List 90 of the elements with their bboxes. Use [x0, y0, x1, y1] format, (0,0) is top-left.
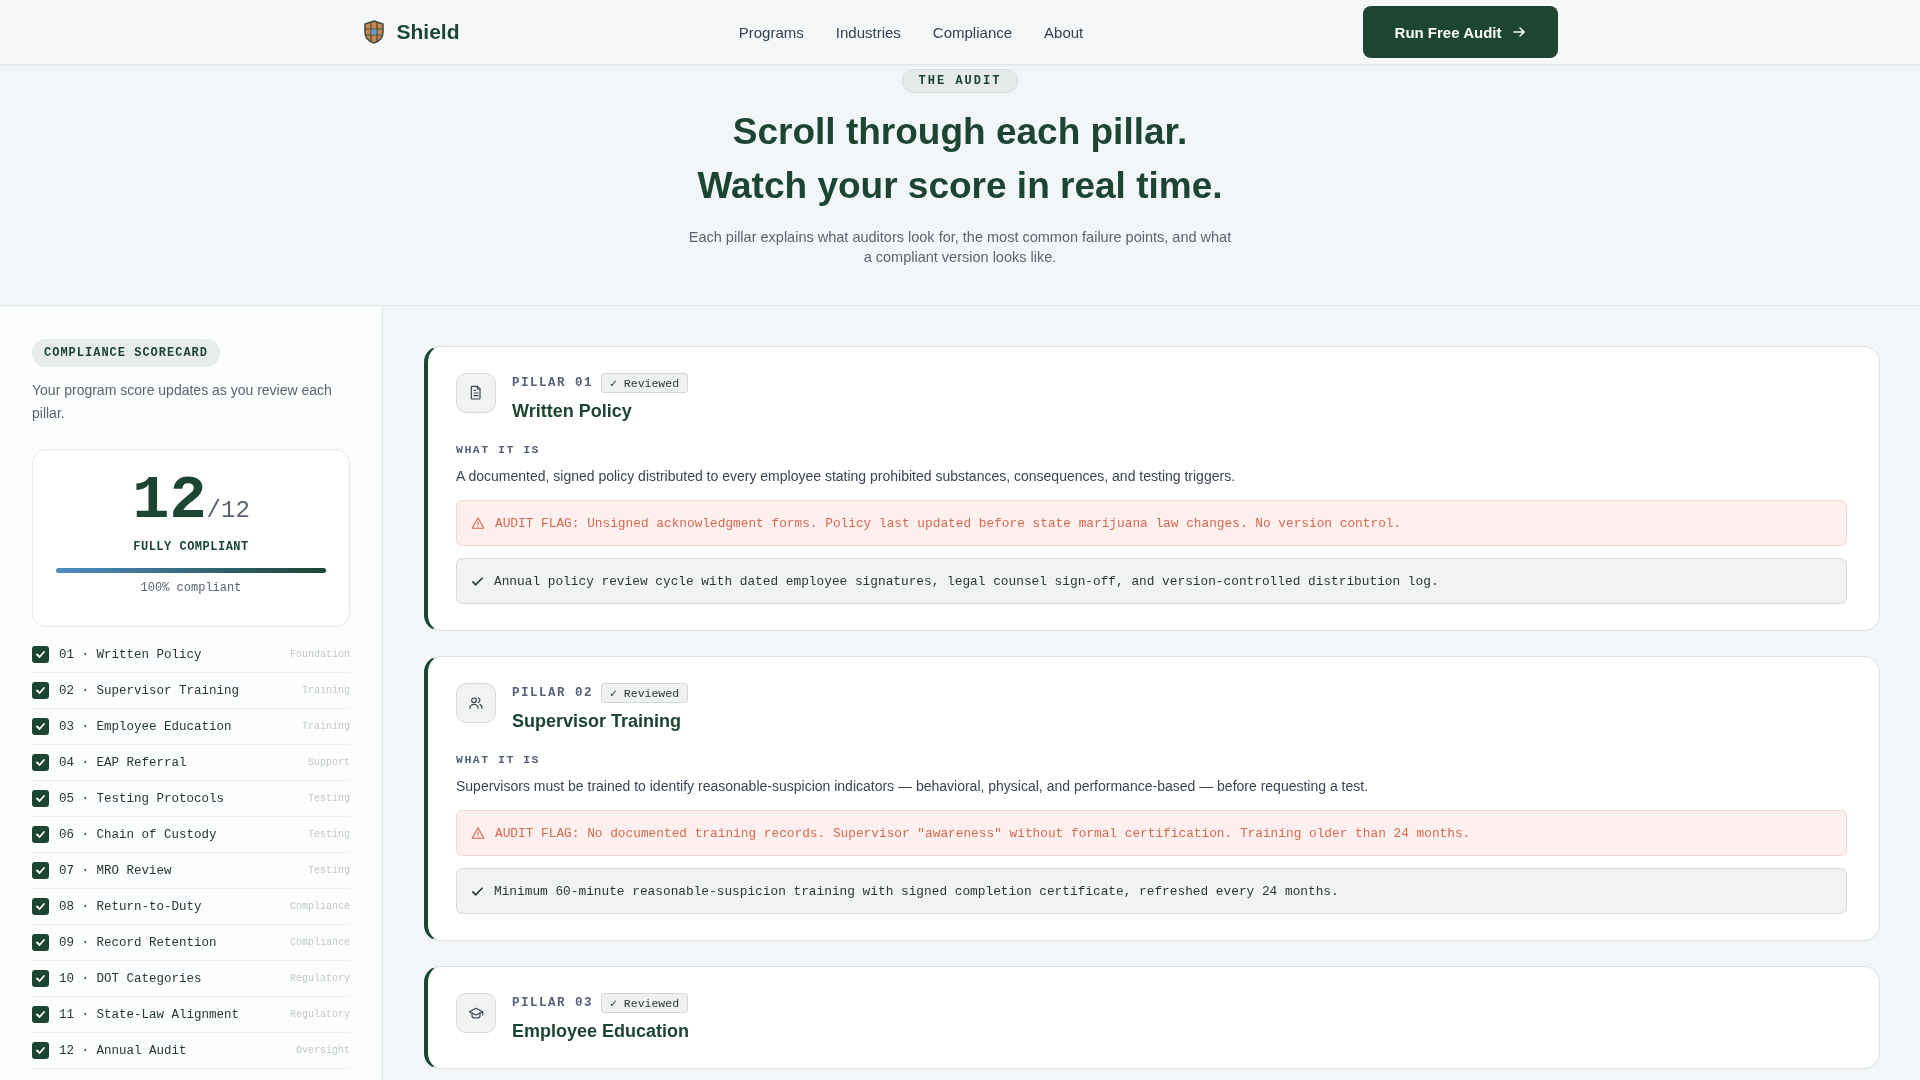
- pillar-category: Oversight: [296, 1045, 350, 1056]
- checkbox[interactable]: [32, 754, 49, 771]
- checkbox[interactable]: [32, 970, 49, 987]
- pillar-category: Training: [302, 721, 350, 732]
- checkbox[interactable]: [32, 790, 49, 807]
- pillar-list-item[interactable]: 09 · Record Retention: [59, 935, 280, 950]
- score-total: /12: [206, 497, 250, 524]
- checkbox[interactable]: [32, 826, 49, 843]
- compliant-example: Minimum 60-minute reasonable-suspicion training with signed completion certificate, refreshed every 24 months.: [456, 868, 1847, 914]
- audit-flag-alert: AUDIT FLAG: No documented training records. Supervisor "awareness" without formal certification. Training older than 24 months.: [456, 810, 1847, 856]
- graduation-cap-icon: [468, 1005, 484, 1021]
- pillar-category: Compliance: [290, 901, 350, 912]
- check-icon: [471, 884, 484, 898]
- brand-name[interactable]: Shield: [396, 20, 460, 44]
- shield-logo-icon: [362, 20, 385, 44]
- run-free-audit-button[interactable]: Run Free Audit: [1362, 6, 1558, 58]
- pillar-number: PILLAR 02: [512, 686, 593, 700]
- pillar-list-item[interactable]: 08 · Return-to-Duty: [59, 899, 280, 914]
- hero-subtitle: Each pillar explains what auditors look for, the most common failure points, and what a compliant version looks like.: [687, 228, 1233, 267]
- checkbox[interactable]: [32, 934, 49, 951]
- pillar-title: Supervisor Training: [512, 711, 683, 732]
- compliant-example: Annual policy review cycle with dated employee signatures, legal counsel sign-off, and version-controlled distribution log.: [456, 558, 1847, 604]
- progress-reading: 100% compliant: [140, 581, 242, 595]
- arrow-right-icon: [1511, 25, 1526, 39]
- pillar-list-item[interactable]: 05 · Testing Protocols: [59, 791, 298, 806]
- section-label: WHAT IT IS: [456, 443, 541, 456]
- pillar-list-item[interactable]: 10 · DOT Categories: [59, 971, 280, 986]
- check-icon: [35, 721, 46, 732]
- checkbox[interactable]: [32, 718, 49, 735]
- hero-title: Watch your score in real time.: [697, 164, 1223, 208]
- nav-link[interactable]: About: [1044, 23, 1084, 41]
- checkbox[interactable]: [32, 862, 49, 879]
- warning-icon: [471, 826, 485, 840]
- check-icon: [35, 901, 46, 912]
- pillar-category: Foundation: [290, 649, 350, 660]
- pillar-category: Regulatory: [290, 973, 350, 984]
- checkbox[interactable]: [32, 646, 49, 663]
- scorecard-description: Your program score updates as you review each pillar.: [32, 381, 333, 423]
- check-icon: [35, 829, 46, 840]
- pillar-number: PILLAR 03: [512, 996, 593, 1010]
- check-icon: [35, 685, 46, 696]
- scorecard-badge: COMPLIANCE SCORECARD: [32, 339, 221, 367]
- reviewed-badge: ✓ Reviewed: [601, 683, 689, 703]
- nav-link[interactable]: Industries: [835, 23, 901, 41]
- pillar-category: Testing: [308, 829, 350, 840]
- document-icon: [468, 385, 484, 401]
- reviewed-badge: ✓ Reviewed: [601, 993, 689, 1013]
- pillar-title: Written Policy: [512, 401, 633, 422]
- pillar-category: Testing: [308, 793, 350, 804]
- checkbox[interactable]: [32, 1006, 49, 1023]
- pillar-category: Regulatory: [290, 1009, 350, 1020]
- checkbox[interactable]: [32, 682, 49, 699]
- pillar-list-item[interactable]: 06 · Chain of Custody: [59, 827, 298, 842]
- check-icon: [35, 865, 46, 876]
- pillar-description: A documented, signed policy distributed to every employee stating prohibited substances, consequences, and testing triggers.: [456, 468, 1237, 484]
- check-icon: [35, 757, 46, 768]
- section-eyebrow: THE AUDIT: [901, 69, 1019, 93]
- pillar-category: Compliance: [290, 937, 350, 948]
- nav-link[interactable]: Compliance: [932, 23, 1013, 41]
- pillar-list-item[interactable]: 04 · EAP Referral: [59, 755, 298, 770]
- pillar-title: Employee Education: [512, 1021, 690, 1042]
- check-icon: [35, 1045, 46, 1056]
- check-icon: [471, 574, 484, 588]
- pillar-category: Support: [308, 757, 350, 768]
- checkbox[interactable]: [32, 1042, 49, 1059]
- pillar-category: Testing: [308, 865, 350, 876]
- pillar-list-item[interactable]: 07 · MRO Review: [59, 863, 298, 878]
- pillar-list-item[interactable]: 02 · Supervisor Training: [59, 683, 292, 698]
- pillar-list-item[interactable]: 03 · Employee Education: [59, 719, 292, 734]
- hero-title: Scroll through each pillar.: [731, 110, 1189, 154]
- score-value: 12: [132, 468, 207, 534]
- check-icon: [35, 1009, 46, 1020]
- section-label: WHAT IT IS: [456, 753, 541, 766]
- nav-link[interactable]: Programs: [738, 23, 804, 41]
- reviewed-badge: ✓ Reviewed: [601, 373, 689, 393]
- check-icon: [35, 649, 46, 660]
- pillar-list-item[interactable]: 12 · Annual Audit: [59, 1043, 286, 1058]
- audit-flag-alert: AUDIT FLAG: Unsigned acknowledgment forms. Policy last updated before state marijuana law changes. No version control.: [456, 500, 1847, 546]
- people-icon: [468, 695, 484, 711]
- pillar-list-item[interactable]: 01 · Written Policy: [59, 647, 280, 662]
- pillar-list-item[interactable]: 11 · State-Law Alignment: [59, 1007, 280, 1022]
- pillar-category: Training: [302, 685, 350, 696]
- score-status: FULLY COMPLIANT: [133, 540, 249, 554]
- pillar-description: Supervisors must be trained to identify reasonable-suspicion indicators — behavioral, physical, and performance-based — before requesting a test.: [456, 778, 1370, 794]
- warning-icon: [471, 516, 485, 530]
- checkbox[interactable]: [32, 898, 49, 915]
- check-icon: [35, 973, 46, 984]
- check-icon: [35, 937, 46, 948]
- check-icon: [35, 793, 46, 804]
- pillar-number: PILLAR 01: [512, 376, 593, 390]
